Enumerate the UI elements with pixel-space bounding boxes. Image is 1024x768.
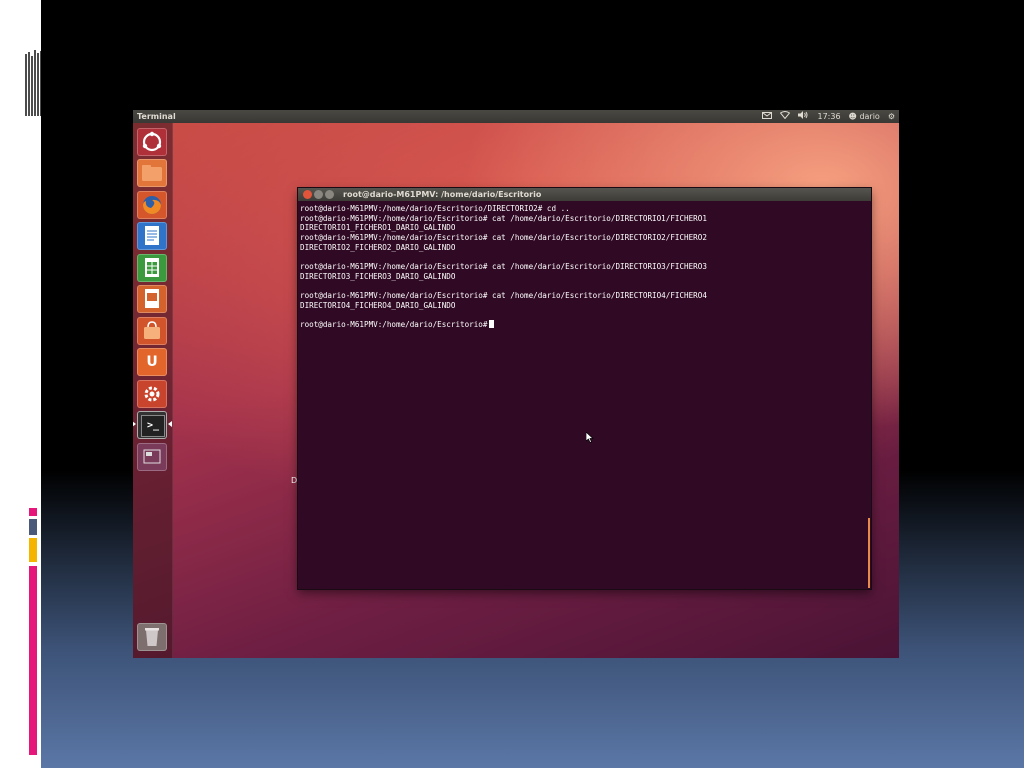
- top-panel: Terminal 17:36 ☻ dario ⚙: [133, 110, 899, 123]
- launcher: U >_: [133, 123, 173, 658]
- spreadsheet-icon: [145, 258, 159, 277]
- terminal-line: ​: [300, 311, 868, 321]
- launcher-item-terminal[interactable]: >_: [137, 411, 167, 439]
- terminal-line: root@dario-M61PMV:/home/dario/Escritorio…: [300, 213, 707, 223]
- active-app-title: Terminal: [137, 112, 176, 121]
- launcher-item-ubuntu-one[interactable]: U: [137, 348, 167, 376]
- settings-icon: [144, 386, 160, 402]
- system-tray: 17:36 ☻ dario ⚙: [762, 110, 895, 123]
- terminal-line: ​: [300, 253, 868, 263]
- terminal-line: root@dario-M61PMV:/home/dario/Escritorio…: [300, 291, 707, 301]
- user-icon: ☻: [848, 112, 857, 121]
- terminal-scrollbar[interactable]: [868, 518, 870, 588]
- folder-icon: [142, 165, 162, 181]
- presentation-icon: [145, 289, 159, 308]
- slide-decoration-lines: [25, 50, 42, 116]
- terminal-prompt: root@dario-M61PMV:/home/dario/Escritorio…: [300, 320, 488, 330]
- launcher-item-trash[interactable]: [137, 623, 167, 651]
- mouse-pointer-icon: [586, 432, 594, 443]
- mail-icon[interactable]: [762, 110, 773, 123]
- terminal-title: root@dario-M61PMV: /home/dario/Escritori…: [343, 190, 542, 199]
- accent-bar: [29, 519, 37, 535]
- ubuntu-desktop: Terminal 17:36 ☻ dario ⚙ U >_ Di root@da…: [133, 110, 899, 658]
- ubuntu-logo-icon: [142, 131, 162, 152]
- close-icon[interactable]: [303, 190, 312, 199]
- launcher-item-writer[interactable]: [137, 222, 167, 250]
- terminal-line: DIRECTORIO3_FICHERO3_DARIO_GALINDO: [300, 271, 456, 281]
- launcher-item-dash-home[interactable]: [137, 128, 167, 156]
- terminal-line: ​: [300, 282, 868, 292]
- terminal-line: DIRECTORIO4_FICHERO4_DARIO_GALINDO: [300, 301, 456, 311]
- terminal-line: root@dario-M61PMV:/home/dario/Escritorio…: [300, 204, 570, 213]
- shopping-bag-icon: [144, 321, 160, 339]
- terminal-line: DIRECTORIO1_FICHERO1_DARIO_GALINDO: [300, 223, 456, 233]
- terminal-line: root@dario-M61PMV:/home/dario/Escritorio…: [300, 262, 707, 272]
- wifi-icon[interactable]: [780, 110, 791, 123]
- active-app-indicator: [133, 421, 136, 427]
- terminal-line: root@dario-M61PMV:/home/dario/Escritorio…: [300, 233, 707, 243]
- text-cursor: [489, 320, 495, 329]
- accent-bar: [29, 538, 37, 562]
- user-name: dario: [859, 112, 880, 121]
- launcher-item-workspaces[interactable]: [137, 443, 167, 471]
- launcher-item-calc[interactable]: [137, 254, 167, 282]
- trash-icon: [145, 628, 159, 646]
- launcher-item-firefox[interactable]: [137, 191, 167, 219]
- terminal-output[interactable]: root@dario-M61PMV:/home/dario/Escritorio…: [300, 204, 868, 587]
- launcher-item-impress[interactable]: [137, 285, 167, 313]
- ubuntu-one-icon: U: [146, 354, 158, 370]
- launcher-item-system-settings[interactable]: [137, 380, 167, 408]
- active-app-indicator: [168, 421, 172, 427]
- workspace-switcher-icon: [143, 449, 161, 464]
- gear-icon[interactable]: ⚙: [888, 110, 895, 123]
- terminal-icon: >_: [141, 415, 165, 437]
- user-menu[interactable]: ☻ dario: [849, 110, 880, 123]
- accent-bar: [29, 566, 37, 755]
- maximize-icon[interactable]: [325, 190, 334, 199]
- accent-bar: [29, 508, 37, 516]
- terminal-line: DIRECTORIO2_FICHERO2_DARIO_GALINDO: [300, 242, 456, 252]
- terminal-window[interactable]: root@dario-M61PMV: /home/dario/Escritori…: [298, 188, 871, 589]
- launcher-item-files[interactable]: [137, 159, 167, 187]
- slide-accent-bars: [29, 508, 37, 755]
- terminal-prompt-line[interactable]: root@dario-M61PMV:/home/dario/Escritorio…: [300, 320, 868, 330]
- launcher-item-software-center[interactable]: [137, 317, 167, 345]
- terminal-titlebar[interactable]: root@dario-M61PMV: /home/dario/Escritori…: [298, 188, 871, 201]
- firefox-icon: [143, 196, 161, 214]
- volume-icon[interactable]: [798, 110, 809, 123]
- minimize-icon[interactable]: [314, 190, 323, 199]
- clock[interactable]: 17:36: [817, 110, 840, 123]
- document-icon: [145, 226, 159, 245]
